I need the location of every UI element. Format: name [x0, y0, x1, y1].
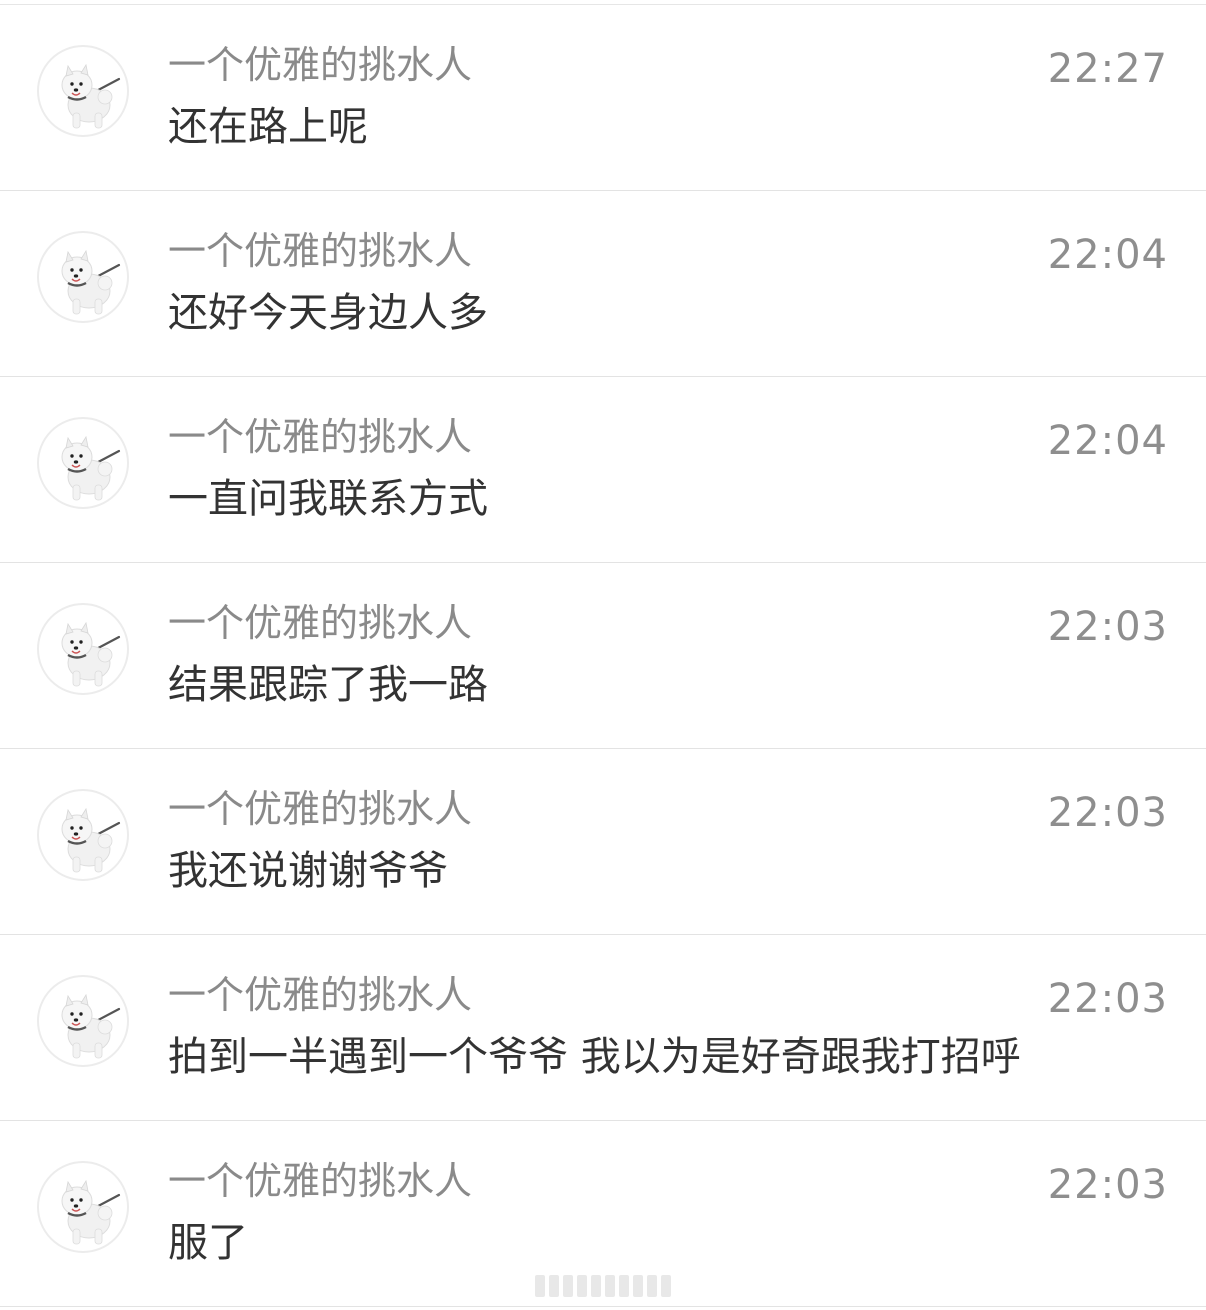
message-text: 拍到一半遇到一个爷爷 我以为是好奇跟我打招呼 — [168, 1034, 1021, 1080]
message-time: 22:03 — [1047, 790, 1168, 836]
white-dog-avatar-icon[interactable] — [37, 603, 129, 695]
sender-name: 一个优雅的挑水人 — [168, 415, 473, 459]
message-text: 还好今天身边人多 — [168, 290, 488, 336]
message-row[interactable]: 一个优雅的挑水人 22:03 拍到一半遇到一个爷爷 我以为是好奇跟我打招呼 — [0, 935, 1206, 1121]
message-time: 22:04 — [1047, 418, 1168, 464]
sender-name: 一个优雅的挑水人 — [168, 601, 473, 645]
message-row[interactable]: 一个优雅的挑水人 22:03 结果跟踪了我一路 — [0, 563, 1206, 749]
sender-name: 一个优雅的挑水人 — [168, 229, 473, 273]
message-text: 结果跟踪了我一路 — [168, 662, 488, 708]
white-dog-avatar-icon[interactable] — [37, 231, 129, 323]
message-row[interactable]: 一个优雅的挑水人 22:04 还好今天身边人多 — [0, 191, 1206, 377]
sender-name: 一个优雅的挑水人 — [168, 1159, 473, 1203]
white-dog-avatar-icon[interactable] — [37, 1161, 129, 1253]
white-dog-avatar-icon[interactable] — [37, 789, 129, 881]
message-time: 22:04 — [1047, 232, 1168, 278]
message-row[interactable]: 一个优雅的挑水人 22:04 一直问我联系方式 — [0, 377, 1206, 563]
message-list: 一个优雅的挑水人 22:27 还在路上呢 一个优雅的挑水人 22:04 还好今天… — [0, 0, 1206, 1310]
message-text: 一直问我联系方式 — [168, 476, 488, 522]
message-text: 我还说谢谢爷爷 — [168, 848, 448, 894]
sender-name: 一个优雅的挑水人 — [168, 43, 473, 87]
message-time: 22:03 — [1047, 604, 1168, 650]
message-text: 服了 — [168, 1220, 248, 1266]
white-dog-avatar-icon[interactable] — [37, 417, 129, 509]
watermark — [500, 1272, 706, 1300]
message-row[interactable]: 一个优雅的挑水人 22:03 我还说谢谢爷爷 — [0, 749, 1206, 935]
white-dog-avatar-icon[interactable] — [37, 975, 129, 1067]
white-dog-avatar-icon[interactable] — [37, 45, 129, 137]
message-row[interactable]: 一个优雅的挑水人 22:27 还在路上呢 — [0, 5, 1206, 191]
sender-name: 一个优雅的挑水人 — [168, 973, 473, 1017]
message-time: 22:03 — [1047, 1162, 1168, 1208]
message-time: 22:03 — [1047, 976, 1168, 1022]
message-time: 22:27 — [1047, 46, 1168, 92]
sender-name: 一个优雅的挑水人 — [168, 787, 473, 831]
message-text: 还在路上呢 — [168, 104, 368, 150]
